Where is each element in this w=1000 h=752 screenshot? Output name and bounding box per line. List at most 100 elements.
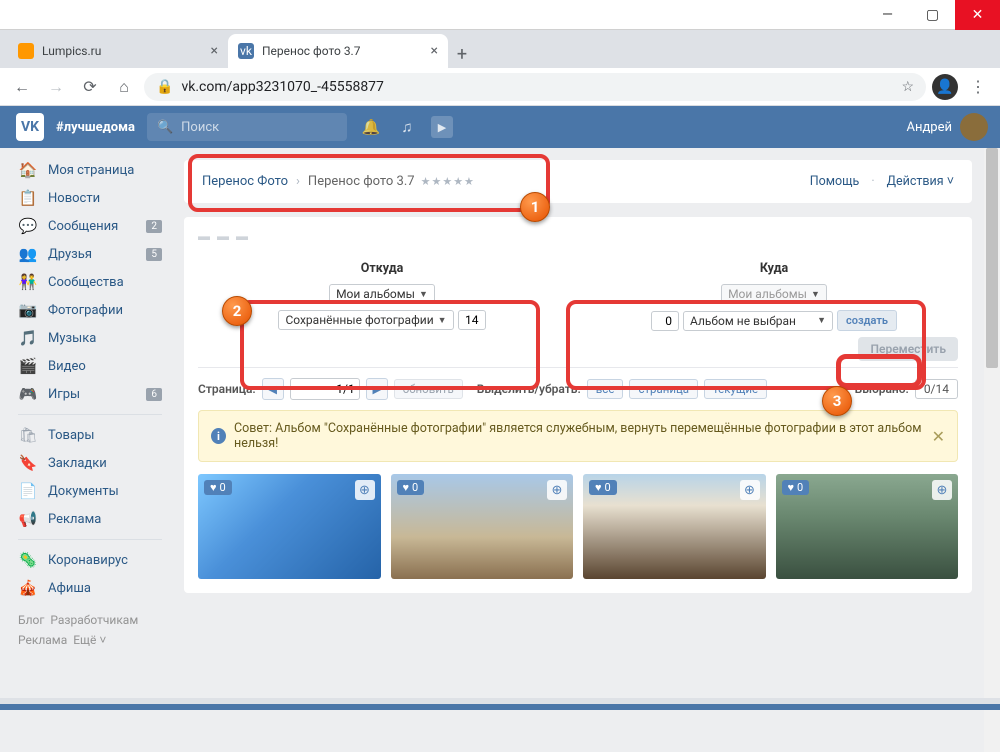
sidebar-item-bookmarks[interactable]: 🔖Закладки [8, 449, 172, 477]
photo-thumbnail[interactable]: ♥ 0 ⊕ [198, 474, 381, 579]
divider [18, 414, 162, 415]
vk-logo-icon[interactable]: VK [16, 113, 44, 141]
help-link[interactable]: Помощь [810, 174, 860, 189]
sidebar-item-coronavirus[interactable]: 🦠Коронавирус [8, 546, 172, 574]
tip-close-button[interactable]: ✕ [932, 427, 945, 446]
from-album-select[interactable]: Сохранённые фотографии▼ [278, 310, 453, 330]
rating-stars-icon[interactable]: ★★★★★ [421, 175, 475, 188]
footer-ads-link[interactable]: Реклама [18, 633, 67, 647]
page-input[interactable] [290, 378, 360, 400]
sidebar-item-games[interactable]: 🎮Игры6 [8, 380, 172, 408]
move-button[interactable]: Переместить [858, 337, 958, 361]
sidebar-label: Коронавирус [48, 553, 128, 568]
address-bar[interactable]: 🔒 vk.com/app3231070_-45558877 ☆ [144, 73, 926, 101]
ads-icon: 📢 [18, 510, 38, 528]
notifications-icon[interactable]: 🔔 [359, 115, 383, 139]
play-icon[interactable]: ▶ [431, 116, 453, 138]
sidebar-item-friends[interactable]: 👥Друзья5 [8, 240, 172, 268]
profile-avatar-button[interactable]: 👤 [932, 74, 958, 100]
zoom-icon[interactable]: ⊕ [740, 480, 760, 500]
browser-tab-lumpics[interactable]: Lumpics.ru × [8, 34, 228, 68]
browser-menu-button[interactable]: ⋮ [964, 73, 992, 101]
drag-handle-icon: ▬ ▬ ▬ [198, 229, 958, 243]
tab-close-icon[interactable]: × [431, 43, 438, 59]
like-badge[interactable]: ♥ 0 [782, 480, 810, 495]
select-label: Выделить/убрать: [477, 382, 581, 396]
vertical-scrollbar[interactable] [984, 148, 1000, 752]
sidebar-item-photos[interactable]: 📷Фотографии [8, 296, 172, 324]
vk-user-menu[interactable]: Андрей [906, 113, 988, 141]
photos-icon: 📷 [18, 301, 38, 319]
vk-content: 🏠Моя страница 📋Новости 💬Сообщения2 👥Друз… [0, 148, 1000, 752]
market-icon: 🛍 [18, 426, 38, 444]
sidebar-label: Закладки [48, 456, 107, 471]
annotation-callout-3: 3 [822, 386, 852, 416]
annotation-callout-1: 1 [520, 192, 550, 222]
like-badge[interactable]: ♥ 0 [589, 480, 617, 495]
sidebar-label: Сообщества [48, 275, 124, 290]
window-maximize-button[interactable]: ▢ [910, 0, 955, 30]
sidebar-item-market[interactable]: 🛍 Товары [8, 421, 172, 449]
select-current-button[interactable]: текущие [704, 379, 767, 399]
refresh-button[interactable]: обновить [394, 379, 463, 399]
sidebar-item-events[interactable]: 🎪Афиша [8, 574, 172, 602]
footer-devs-link[interactable]: Разработчикам [50, 613, 138, 627]
to-scope-select[interactable]: Мои альбомы▼ [721, 284, 827, 304]
sidebar-item-news[interactable]: 📋Новости [8, 184, 172, 212]
favicon-icon: vk [238, 43, 254, 59]
select-page-button[interactable]: страница [629, 379, 698, 399]
scrollbar-thumb[interactable] [986, 148, 998, 368]
to-column: Куда Мои альбомы▼ 0 Альбом не выбран▼ со… [590, 261, 958, 331]
vk-search-input[interactable]: 🔍 Поиск [147, 113, 347, 141]
sidebar-item-video[interactable]: 🎬Видео [8, 352, 172, 380]
nav-forward-button[interactable]: → [42, 73, 70, 101]
to-count: 0 [651, 311, 679, 331]
nav-home-button[interactable]: ⌂ [110, 73, 138, 101]
sidebar-footer: Блог Разработчикам Реклама Ещё ˅ [8, 602, 172, 659]
tab-title: Lumpics.ru [42, 44, 101, 58]
separator-dot: · [871, 174, 874, 189]
select-all-button[interactable]: все [587, 379, 624, 399]
sidebar-item-music[interactable]: 🎵Музыка [8, 324, 172, 352]
browser-tab-strip: Lumpics.ru × vk Перенос фото 3.7 × + [0, 30, 1000, 68]
vk-topbar: VK #лучшедома 🔍 Поиск 🔔 ♫ ▶ Андрей [0, 106, 1000, 148]
page-label: Страница: [198, 382, 256, 396]
sidebar-item-communities[interactable]: 👫Сообщества [8, 268, 172, 296]
sidebar-item-my-page[interactable]: 🏠Моя страница [8, 156, 172, 184]
footer-blog-link[interactable]: Блог [18, 613, 44, 627]
sidebar-item-documents[interactable]: 📄Документы [8, 477, 172, 505]
sidebar-item-messages[interactable]: 💬Сообщения2 [8, 212, 172, 240]
sidebar-item-ads[interactable]: 📢Реклама [8, 505, 172, 533]
lock-icon: 🔒 [156, 79, 173, 95]
vk-hashtag[interactable]: #лучшедома [56, 120, 135, 135]
page-next-button[interactable]: ▶ [366, 378, 388, 400]
music-icon[interactable]: ♫ [395, 115, 419, 139]
nav-reload-button[interactable]: ⟳ [76, 73, 104, 101]
window-close-button[interactable]: ✕ [955, 0, 1000, 30]
footer-more-link[interactable]: Ещё ˅ [73, 633, 106, 647]
music-nav-icon: 🎵 [18, 329, 38, 347]
create-album-button[interactable]: создать [837, 310, 897, 331]
like-badge[interactable]: ♥ 0 [204, 480, 232, 495]
nav-back-button[interactable]: ← [8, 73, 36, 101]
tab-close-icon[interactable]: × [211, 43, 218, 59]
window-minimize-button[interactable]: — [865, 0, 910, 30]
photo-thumbnail[interactable]: ♥ 0 ⊕ [391, 474, 574, 579]
star-icon[interactable]: ☆ [901, 79, 914, 95]
main-content: Перенос Фото › Перенос фото 3.7 ★★★★★ По… [172, 148, 984, 752]
like-badge[interactable]: ♥ 0 [397, 480, 425, 495]
sidebar-label: Товары [48, 428, 94, 443]
zoom-icon[interactable]: ⊕ [932, 480, 952, 500]
photo-thumbnail[interactable]: ♥ 0 ⊕ [583, 474, 766, 579]
new-tab-button[interactable]: + [448, 40, 476, 68]
zoom-icon[interactable]: ⊕ [355, 480, 375, 500]
vk-username: Андрей [906, 120, 952, 135]
to-album-select[interactable]: Альбом не выбран▼ [683, 311, 833, 331]
breadcrumb-root[interactable]: Перенос Фото [202, 174, 288, 189]
browser-tab-vk-app[interactable]: vk Перенос фото 3.7 × [228, 34, 448, 68]
zoom-icon[interactable]: ⊕ [547, 480, 567, 500]
page-prev-button[interactable]: ◀ [262, 378, 284, 400]
actions-dropdown[interactable]: Действия ˅ [887, 174, 954, 189]
photo-thumbnail[interactable]: ♥ 0 ⊕ [776, 474, 959, 579]
from-scope-select[interactable]: Мои альбомы▼ [329, 284, 435, 304]
